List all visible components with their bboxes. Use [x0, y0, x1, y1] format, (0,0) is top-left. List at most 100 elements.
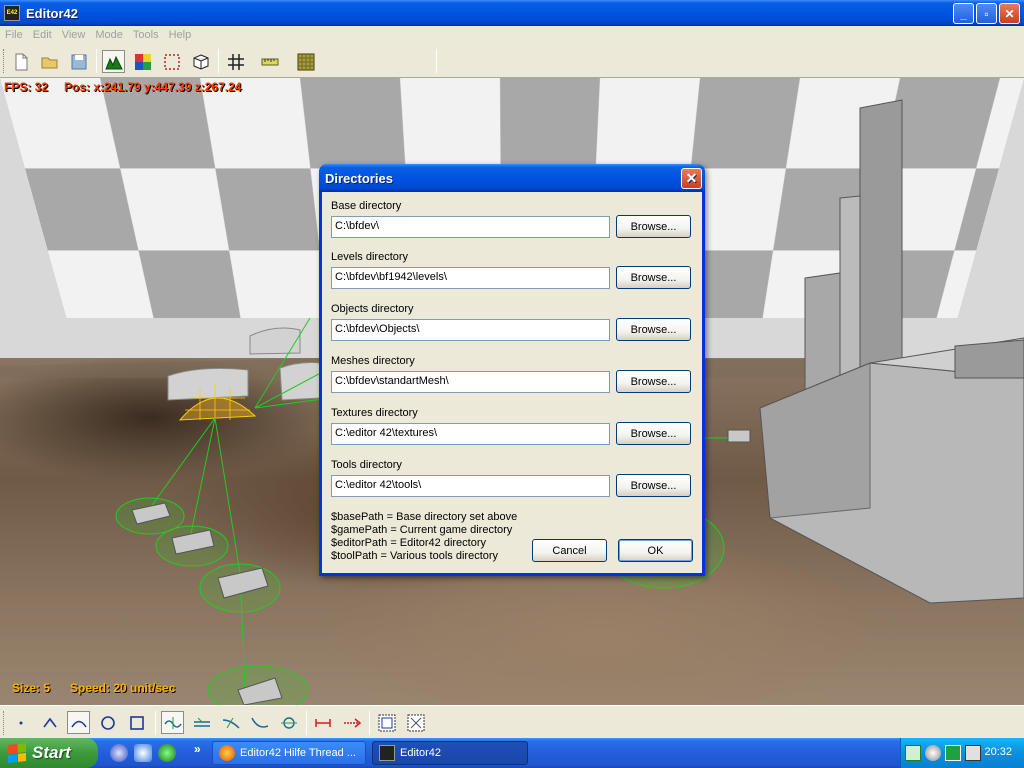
pattern-deselect-icon[interactable] [404, 711, 427, 734]
objects-directory-label: Objects directory [331, 303, 414, 315]
meshes-directory-input[interactable]: C:\bfdev\standartMesh\ [331, 371, 610, 393]
line-arrow-icon[interactable] [340, 711, 363, 734]
browse-tools-button[interactable]: Browse... [616, 474, 691, 497]
levels-directory-label: Levels directory [331, 251, 409, 263]
show-desktop-icon[interactable] [134, 744, 152, 762]
texture-paint-icon[interactable] [131, 50, 154, 73]
edit-mode-toolbar [0, 705, 1024, 738]
textures-directory-input[interactable]: C:\editor 42\textures\ [331, 423, 610, 445]
ok-button[interactable]: OK [618, 539, 693, 562]
browse-levels-button[interactable]: Browse... [616, 266, 691, 289]
windows-logo-icon [8, 743, 26, 763]
volume-icon[interactable] [925, 745, 941, 761]
tools-directory-input[interactable]: C:\editor 42\tools\ [331, 475, 610, 497]
minimize-button[interactable]: _ [953, 3, 974, 24]
line-endpoints-icon[interactable] [311, 711, 334, 734]
levels-directory-input[interactable]: C:\bfdev\bf1942\levels\ [331, 267, 610, 289]
taskbar-item-label: Editor42 [400, 747, 441, 759]
help-editor-path: $editorPath = Editor42 directory [331, 537, 487, 549]
menu-tools[interactable]: Tools [128, 29, 164, 41]
tray-app-icon[interactable] [945, 745, 961, 761]
toolbar-grip[interactable] [3, 49, 6, 73]
maximize-button[interactable]: ▫ [976, 3, 997, 24]
camera-speed-readout: Speed: 20 unit/sec [70, 681, 176, 695]
menu-view[interactable]: View [57, 29, 91, 41]
selection-icon[interactable] [160, 50, 183, 73]
start-button[interactable]: Start [0, 738, 98, 768]
menu-mode[interactable]: Mode [90, 29, 128, 41]
tray-monitor-icon[interactable] [965, 745, 981, 761]
dialog-close-button[interactable]: ✕ [681, 168, 702, 189]
media-player-icon[interactable] [110, 744, 128, 762]
curve-icon[interactable] [67, 711, 90, 734]
base-directory-input[interactable]: C:\bfdev\ [331, 216, 610, 238]
taskbar-item-label: Editor42 Hilfe Thread ... [240, 747, 356, 759]
base-directory-label: Base directory [331, 200, 402, 212]
help-base-path: $basePath = Base directory set above [331, 511, 518, 523]
peak-icon[interactable] [38, 711, 61, 734]
terrain-icon[interactable] [102, 50, 125, 73]
path-add-icon[interactable] [190, 711, 213, 734]
open-folder-icon[interactable] [38, 50, 61, 73]
fps-readout: FPS: 32 [4, 80, 49, 94]
close-button[interactable]: ✕ [999, 3, 1020, 24]
factory-building [759, 99, 1024, 604]
taskbar-item-firefox[interactable]: Editor42 Hilfe Thread ... [212, 741, 366, 765]
taskbar-clock[interactable]: 20:32 [984, 746, 1012, 758]
dialog-title-bar[interactable]: Directories ✕ [319, 164, 705, 192]
help-tool-path: $toolPath = Various tools directory [331, 550, 499, 562]
toolbar-separator [218, 49, 219, 73]
grid-icon[interactable] [224, 50, 247, 73]
pattern-select-icon[interactable] [375, 711, 398, 734]
quicklaunch-app-icon[interactable] [158, 744, 176, 762]
menu-bar: File Edit View Mode Tools Help [0, 26, 1024, 44]
tools-directory-label: Tools directory [331, 459, 402, 471]
browse-objects-button[interactable]: Browse... [616, 318, 691, 341]
point-icon[interactable] [9, 711, 32, 734]
windows-taskbar: Start » Editor42 Hilfe Thread ... Editor… [0, 738, 1024, 768]
app-title-bar: E42 Editor42 _ ▫ ✕ [0, 0, 1024, 26]
toolbar-separator [436, 49, 437, 73]
editor42-icon [379, 745, 395, 761]
directories-dialog: Directories ✕ Base directory C:\bfdev\ B… [319, 164, 705, 576]
app-icon: E42 [4, 5, 20, 21]
help-game-path: $gamePath = Current game directory [331, 524, 513, 536]
toolbar-separator [369, 711, 370, 735]
browse-base-button[interactable]: Browse... [616, 215, 691, 238]
quicklaunch-chevron-icon[interactable]: » [194, 742, 201, 756]
toolbar-separator [306, 711, 307, 735]
firefox-icon [219, 745, 235, 761]
cancel-button[interactable]: Cancel [532, 539, 607, 562]
system-tray: 20:32 [900, 738, 1024, 768]
menu-file[interactable]: File [0, 29, 28, 41]
path-smooth-icon[interactable] [161, 711, 184, 734]
toolbar-grip[interactable] [3, 711, 6, 735]
object-cube-icon[interactable] [189, 50, 212, 73]
objects-directory-input[interactable]: C:\bfdev\Objects\ [331, 319, 610, 341]
dialog-title: Directories [325, 170, 393, 186]
main-toolbar [0, 44, 1024, 78]
ruler-icon[interactable] [258, 50, 281, 73]
path-curve-icon[interactable] [248, 711, 271, 734]
app-title: Editor42 [26, 5, 79, 21]
tile-grid-icon[interactable] [294, 50, 317, 73]
square-icon[interactable] [125, 711, 148, 734]
browse-textures-button[interactable]: Browse... [616, 422, 691, 445]
toolbar-separator [155, 711, 156, 735]
toolbar-separator [96, 49, 97, 73]
path-node-icon[interactable] [277, 711, 300, 734]
textures-directory-label: Textures directory [331, 407, 418, 419]
network-icon[interactable] [905, 745, 921, 761]
circle-icon[interactable] [96, 711, 119, 734]
taskbar-item-editor42[interactable]: Editor42 [372, 741, 528, 765]
position-readout: Pos: x:241.79 y:447.39 z:267.24 [64, 80, 242, 94]
meshes-directory-label: Meshes directory [331, 355, 415, 367]
menu-edit[interactable]: Edit [28, 29, 57, 41]
brush-size-readout: Size: 5 [12, 681, 51, 695]
path-split-icon[interactable] [219, 711, 242, 734]
save-icon[interactable] [67, 50, 90, 73]
start-label: Start [32, 743, 71, 762]
browse-meshes-button[interactable]: Browse... [616, 370, 691, 393]
menu-help[interactable]: Help [164, 29, 197, 41]
new-file-icon[interactable] [9, 50, 32, 73]
